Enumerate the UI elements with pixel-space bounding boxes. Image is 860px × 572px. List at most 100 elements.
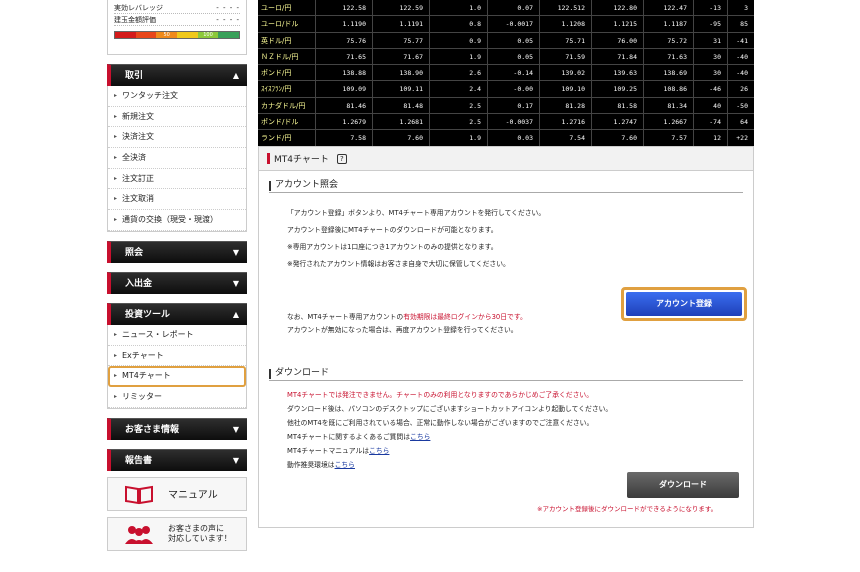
account-text-4: ※発行されたアカウント情報はお客さま自身で大切に保管してください。 — [287, 260, 510, 268]
account-register-button[interactable]: アカウント登録 — [626, 292, 742, 316]
account-register-button-highlight: アカウント登録 — [621, 287, 747, 321]
rate-cell: 122.58 — [316, 0, 373, 16]
rate-cell: 30 — [694, 65, 728, 81]
currency-pair: ポンド/ドル — [258, 114, 316, 130]
rate-row[interactable]: カナダドル/円 81.46 81.48 2.5 0.17 81.28 81.58 81.34 4… — [258, 97, 754, 115]
env-prefix: 動作推奨環境は — [287, 461, 335, 469]
download-button[interactable]: ダウンロード — [627, 472, 739, 498]
rate-row[interactable]: ランド/円 7.58 7.60 1.9 0.03 7.54 7.60 7.57 12 +22 — [258, 130, 754, 147]
rate-cell: 12 — [694, 130, 728, 146]
menu-mt4-chart[interactable]: MT4チャート — [108, 366, 246, 387]
manual-button[interactable]: マニュアル — [107, 476, 247, 511]
section-tools-title: 投資ツール — [125, 309, 171, 320]
rate-cell: 26 — [740, 85, 748, 94]
rate-row[interactable]: 英ドル/円 75.76 75.77 0.9 0.05 75.71 76.00 75.72 31-… — [258, 32, 754, 49]
expand-arrow-icon: ▼ — [232, 278, 239, 288]
rate-row[interactable]: ポンド/ドル 1.2679 1.2681 2.5 -0.0037 1.2716 1.2747… — [258, 114, 754, 131]
manual-link[interactable]: こちら — [369, 447, 389, 455]
download-note: ※アカウント登録後にダウンロードができるようになります。 — [537, 505, 718, 513]
collapse-arrow-icon: ▲ — [232, 71, 239, 80]
rate-cell: 2.5 — [430, 97, 488, 114]
rate-cell: 109.25 — [592, 81, 644, 97]
rate-cell: 75.77 — [373, 32, 430, 48]
download-text-1: MT4チャートでは発注できません。チャートのみの利用となりますのであらかじめご了… — [287, 391, 593, 399]
faq-prefix: MT4チャートに関するよくあるご質問は — [287, 433, 411, 441]
leverage-value: - - - - — [216, 4, 240, 12]
menu-limiter[interactable]: リミッター — [108, 387, 246, 408]
currency-pair: 英ドル/円 — [258, 32, 316, 48]
rate-cell: 0.05 — [488, 48, 540, 65]
rate-row[interactable]: ユーロ/円 122.58 122.59 1.0 0.07 122.512 122.80 122… — [258, 0, 754, 17]
section-tools[interactable]: 投資ツール ▲ — [107, 302, 247, 325]
rate-cell: +22 — [736, 134, 748, 143]
rate-cell: -13 — [694, 0, 728, 16]
rate-cell: 0.17 — [488, 97, 540, 114]
rate-cell: 109.10 — [540, 81, 592, 97]
section-reports[interactable]: 報告書 ▼ — [107, 448, 247, 471]
voice-label-1: お客さまの声に — [168, 523, 224, 533]
trade-menu: ワンタッチ注文 新規注文 決済注文 全決済 注文訂正 注文取消 通貨の交換（現受… — [107, 86, 247, 232]
section-trade[interactable]: 取引 ▲ — [107, 64, 247, 86]
section-customer-info[interactable]: お客さま情報 ▼ — [107, 417, 247, 440]
faq-link[interactable]: こちら — [410, 433, 430, 441]
menu-close-order[interactable]: 決済注文 — [108, 127, 246, 149]
rate-row[interactable]: ｽｲｽﾌﾗﾝ/円 109.09 109.11 2.4 -0.00 109.10 109.25… — [258, 81, 754, 98]
menu-ex-chart[interactable]: Exチャート — [108, 346, 246, 367]
menu-cancel-order[interactable]: 注文取消 — [108, 189, 246, 211]
rate-cell: 81.48 — [373, 97, 430, 114]
account-note-1: なお、MT4チャート専用アカウントの有効期限は最終ログインから30日です。 — [287, 311, 527, 321]
rate-cell: 64 — [740, 118, 748, 127]
account-note-1-prefix: なお、MT4チャート専用アカウントの — [287, 313, 404, 321]
rate-cell: 71.63 — [644, 48, 694, 65]
margin-gauge: 50 100 — [114, 31, 240, 39]
section-trade-title: 取引 — [125, 71, 144, 81]
download-section-heading: ダウンロード — [269, 367, 743, 381]
rate-cell: 81.46 — [316, 97, 373, 114]
rate-cell: 81.34 — [644, 97, 694, 114]
download-text-5: MT4チャートマニュアルはこちら — [287, 445, 389, 455]
menu-modify-order[interactable]: 注文訂正 — [108, 169, 246, 190]
rate-cell: 109.11 — [373, 81, 430, 97]
section-inquiry[interactable]: 照会 ▼ — [107, 240, 247, 263]
download-text-2: ダウンロード後は、パソコンのデスクトップにございますショートカットアイコンより起… — [287, 405, 613, 413]
menu-new-order[interactable]: 新規注文 — [108, 107, 246, 128]
expand-arrow-icon: ▼ — [232, 247, 239, 257]
rate-cell: 71.59 — [540, 48, 592, 65]
mt4-chart-panel: MT4チャート ? アカウント照会 「アカウント登録」ボタンより、MT4チャート… — [258, 146, 754, 528]
help-icon[interactable]: ? — [336, 153, 347, 164]
rate-cell: 0.8 — [430, 16, 488, 32]
position-value-row: 建玉金額評価 - - - - — [114, 14, 240, 26]
currency-pair: ＮＺドル/円 — [258, 48, 316, 65]
customer-voice-button[interactable]: お客さまの声に 対応しています！ — [107, 516, 247, 551]
rate-table: ユーロ/円 122.58 122.59 1.0 0.07 122.512 122.80 122… — [258, 0, 754, 147]
currency-pair: ユーロ/ドル — [258, 16, 316, 32]
expand-arrow-icon: ▼ — [232, 455, 239, 465]
rate-cell: 0.03 — [488, 130, 540, 146]
menu-news-report[interactable]: ニュース・レポート — [108, 325, 246, 346]
manual-label: マニュアル — [168, 490, 218, 502]
rate-cell: -95 — [694, 16, 728, 32]
rate-cell: 85 — [740, 20, 748, 29]
rate-cell: 1.2681 — [373, 114, 430, 130]
menu-one-touch-order[interactable]: ワンタッチ注文 — [108, 86, 246, 107]
rate-cell: 1.9 — [430, 130, 488, 146]
rate-cell: 122.47 — [644, 0, 694, 16]
rate-row[interactable]: ユーロ/ドル 1.1190 1.1191 0.8 -0.0017 1.1208 1.1215… — [258, 16, 754, 33]
rate-cell: 31 — [694, 32, 728, 48]
menu-currency-exchange[interactable]: 通貨の交換（現受・現渡） — [108, 210, 246, 231]
rate-cell: 1.1215 — [592, 16, 644, 32]
env-link[interactable]: こちら — [335, 461, 355, 469]
rate-cell: 122.512 — [540, 0, 592, 16]
rate-row[interactable]: ＮＺドル/円 71.65 71.67 1.9 0.05 71.59 71.84 71.63 30… — [258, 48, 754, 66]
rate-cell: 1.1187 — [644, 16, 694, 32]
rate-cell: 7.58 — [316, 130, 373, 146]
section-deposit[interactable]: 入出金 ▼ — [107, 271, 247, 294]
rate-row[interactable]: ポンド/円 138.88 138.90 2.6 -0.14 139.02 139.63 138… — [258, 65, 754, 82]
gauge-mark-100: 100 — [197, 32, 219, 38]
menu-close-all[interactable]: 全決済 — [108, 148, 246, 169]
manual-prefix: MT4チャートマニュアルは — [287, 447, 370, 455]
rate-cell: 1.0 — [430, 0, 488, 16]
rate-cell: 30 — [694, 48, 728, 65]
rate-cell: 1.2747 — [592, 114, 644, 130]
rate-cell: 138.69 — [644, 65, 694, 81]
